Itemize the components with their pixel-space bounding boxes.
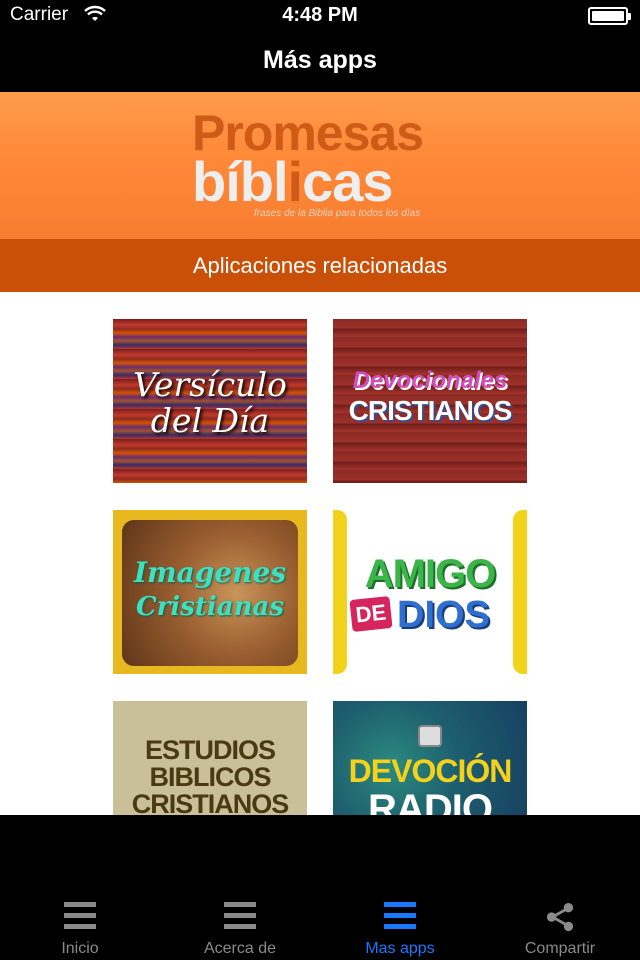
app-tile-title: AMIGO <box>364 552 497 596</box>
app-tile-badge: DE <box>349 595 393 633</box>
app-tile-subtitle: DIOS <box>397 594 490 636</box>
app-banner: Promesas bíblicas frases de la Biblia pa… <box>0 92 640 239</box>
app-tile-title: DEVOCIÓN <box>348 753 513 789</box>
status-bar: Carrier 4:48 PM <box>0 0 640 32</box>
app-tile-subtitle: RADIO <box>368 787 493 815</box>
promesas-biblicas-logo: Promesas bíblicas frases de la Biblia pa… <box>192 108 472 219</box>
app-tile-title: Imagenes <box>133 556 287 589</box>
tab-inicio[interactable]: Inicio <box>0 898 160 960</box>
tab-label: Inicio <box>61 940 99 957</box>
battery-icon <box>588 7 631 25</box>
clock: 4:48 PM <box>282 4 358 26</box>
app-tile-versiculo-del-dia[interactable]: Versículo del Día <box>113 319 307 483</box>
share-icon <box>546 902 574 932</box>
tab-label: Mas apps <box>365 940 435 957</box>
app-tile-title: ESTUDIOS BIBLICOS CRISTIANOS <box>131 735 290 816</box>
navigation-bar: Más apps <box>0 32 640 92</box>
tab-compartir[interactable]: Compartir <box>480 898 640 960</box>
app-tile-devocionales-cristianos[interactable]: Devocionales CRISTIANOS <box>333 319 527 483</box>
tab-label: Compartir <box>524 940 596 957</box>
page-title: Más apps <box>263 46 377 74</box>
app-tile-subtitle: Cristianas <box>135 592 285 622</box>
menu-icon <box>384 902 416 932</box>
logo-line-2: bíblicas <box>192 150 394 213</box>
app-tile-devocion-radio[interactable]: DEVOCIÓN RADIO <box>333 701 527 815</box>
logo-tagline: frases de la Biblia para todos los días <box>254 208 421 219</box>
menu-icon <box>224 902 256 932</box>
tab-bar: Inicio Acerca de Mas apps Compartir <box>0 815 640 960</box>
app-tile-title: Versículo del Día <box>133 365 287 440</box>
tab-label: Acerca de <box>203 940 277 957</box>
section-title: Aplicaciones relacionadas <box>192 253 448 278</box>
app-tile-subtitle: CRISTIANOS <box>348 395 513 426</box>
tab-acerca-de[interactable]: Acerca de <box>160 898 320 960</box>
radio-icon <box>418 725 442 747</box>
app-tile-amigo-de-dios[interactable]: AMIGO DE DIOS <box>333 510 527 674</box>
related-apps-grid: Versículo del Día Devocionales CRISTIANO… <box>0 292 640 815</box>
app-tile-artwork: Imagenes Cristianas <box>122 520 298 666</box>
app-tile-estudios-biblicos[interactable]: ESTUDIOS BIBLICOS CRISTIANOS <box>113 701 307 815</box>
app-tile-title: Devocionales <box>352 367 508 394</box>
tab-mas-apps[interactable]: Mas apps <box>320 898 480 960</box>
app-tile-imagenes-cristianas[interactable]: Imagenes Cristianas <box>113 510 307 674</box>
menu-icon <box>64 902 96 932</box>
section-header: Aplicaciones relacionadas <box>0 239 640 292</box>
